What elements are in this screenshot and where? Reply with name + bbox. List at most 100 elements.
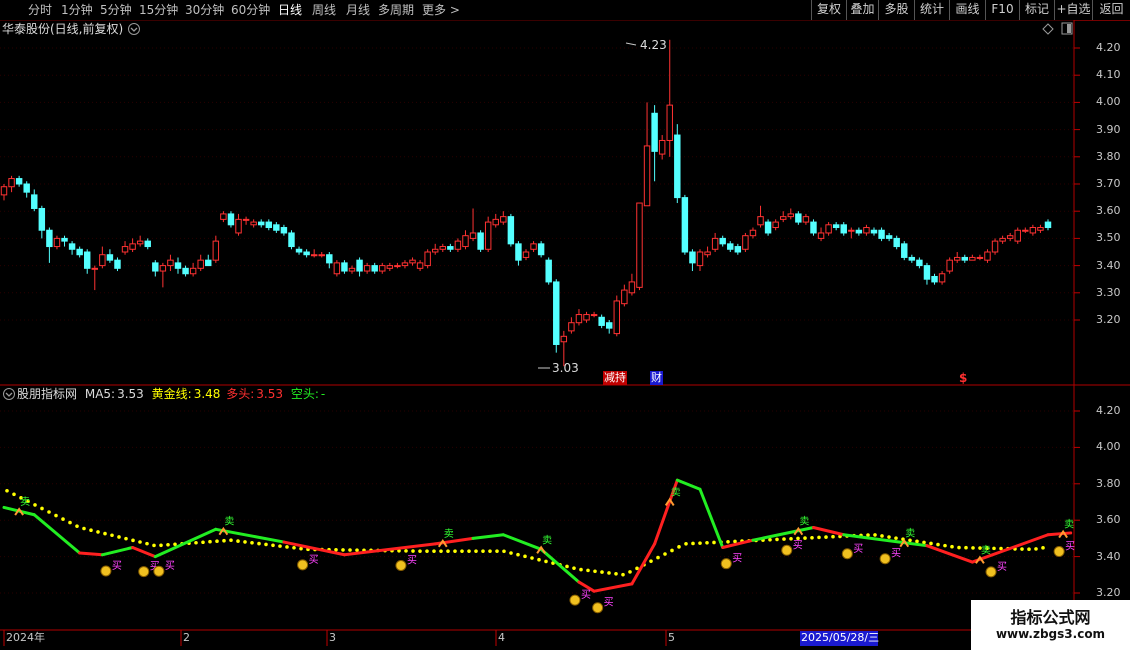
candle[interactable] bbox=[46, 229, 53, 248]
candle[interactable] bbox=[454, 240, 462, 250]
candle[interactable] bbox=[189, 267, 197, 275]
candle[interactable] bbox=[1006, 235, 1014, 239]
candle[interactable] bbox=[666, 104, 673, 141]
candle[interactable] bbox=[469, 232, 477, 239]
event-marker-reduce[interactable]: 减持 bbox=[603, 371, 627, 385]
period-tab-2[interactable]: 5分钟 bbox=[100, 1, 132, 19]
candle[interactable] bbox=[651, 112, 658, 152]
candle[interactable] bbox=[545, 259, 552, 283]
candle[interactable] bbox=[802, 216, 810, 223]
candle[interactable] bbox=[530, 243, 537, 250]
candle[interactable] bbox=[734, 246, 742, 253]
kline-chart[interactable]: 买买买买 买买买买买买买买买卖卖卖卖卖卖卖卖卖 bbox=[0, 20, 1130, 650]
s-marker[interactable]: $ bbox=[959, 371, 967, 385]
candle[interactable] bbox=[522, 251, 530, 258]
candle[interactable] bbox=[772, 221, 779, 229]
candle[interactable] bbox=[628, 281, 636, 294]
candle[interactable] bbox=[507, 216, 515, 245]
candle[interactable] bbox=[704, 251, 711, 256]
candle[interactable] bbox=[182, 267, 189, 275]
candle[interactable] bbox=[976, 256, 984, 259]
period-tab-5[interactable]: 60分钟 bbox=[231, 1, 270, 19]
candle[interactable] bbox=[462, 235, 469, 248]
candle[interactable] bbox=[31, 194, 38, 209]
candle[interactable] bbox=[681, 197, 689, 253]
period-tab-3[interactable]: 15分钟 bbox=[139, 1, 178, 19]
candle[interactable] bbox=[991, 240, 999, 253]
toolbar-button-1[interactable]: 叠加 bbox=[846, 0, 878, 20]
candle[interactable] bbox=[598, 316, 605, 326]
candle[interactable] bbox=[984, 251, 991, 261]
candle[interactable] bbox=[848, 229, 855, 232]
candle[interactable] bbox=[825, 224, 832, 234]
candle[interactable] bbox=[636, 202, 643, 288]
candle[interactable] bbox=[484, 221, 492, 250]
candle[interactable] bbox=[159, 265, 167, 272]
candle[interactable] bbox=[280, 227, 288, 234]
candle[interactable] bbox=[318, 254, 325, 257]
candle[interactable] bbox=[643, 145, 651, 207]
candle[interactable] bbox=[817, 232, 825, 239]
candle[interactable] bbox=[68, 243, 76, 250]
candle[interactable] bbox=[568, 322, 575, 332]
indicator-dropdown-icon[interactable] bbox=[3, 388, 15, 400]
candle[interactable] bbox=[492, 218, 499, 226]
candle[interactable] bbox=[394, 265, 401, 268]
candle[interactable] bbox=[447, 246, 454, 250]
candle[interactable] bbox=[908, 256, 916, 261]
candle[interactable] bbox=[38, 207, 46, 231]
candle[interactable] bbox=[83, 251, 91, 269]
candle[interactable] bbox=[916, 259, 923, 267]
candle[interactable] bbox=[136, 240, 144, 245]
period-tab-7[interactable]: 周线 bbox=[312, 1, 336, 19]
candle[interactable] bbox=[870, 229, 878, 234]
candle[interactable] bbox=[416, 262, 424, 269]
candle[interactable] bbox=[605, 322, 613, 329]
candle[interactable] bbox=[757, 216, 764, 226]
candle[interactable] bbox=[674, 134, 681, 199]
candle[interactable] bbox=[938, 273, 946, 283]
candle[interactable] bbox=[265, 221, 273, 229]
candle[interactable] bbox=[961, 256, 969, 261]
candle[interactable] bbox=[696, 251, 704, 267]
candle[interactable] bbox=[257, 221, 265, 226]
candle[interactable] bbox=[689, 251, 696, 264]
candle[interactable] bbox=[931, 275, 938, 283]
candle[interactable] bbox=[174, 262, 182, 269]
candle[interactable] bbox=[326, 254, 333, 264]
toolbar-button-4[interactable]: 画线 bbox=[949, 0, 985, 20]
candle[interactable] bbox=[129, 243, 136, 250]
candle[interactable] bbox=[953, 256, 961, 261]
candle[interactable] bbox=[885, 235, 893, 239]
candle[interactable] bbox=[363, 265, 371, 272]
candle[interactable] bbox=[1037, 227, 1044, 231]
candle[interactable] bbox=[832, 224, 840, 229]
candle[interactable] bbox=[288, 232, 295, 248]
candle[interactable] bbox=[719, 237, 726, 245]
candle[interactable] bbox=[106, 254, 114, 261]
candle[interactable] bbox=[424, 251, 431, 267]
candle[interactable] bbox=[515, 243, 522, 261]
candle[interactable] bbox=[779, 216, 787, 220]
candle[interactable] bbox=[235, 218, 242, 234]
period-tab-4[interactable]: 30分钟 bbox=[185, 1, 224, 19]
toolbar-button-7[interactable]: +自选 bbox=[1054, 0, 1092, 20]
candle[interactable] bbox=[590, 314, 598, 317]
candle[interactable] bbox=[227, 213, 235, 226]
candle[interactable] bbox=[250, 221, 257, 226]
period-tab-10[interactable]: 更多 > bbox=[422, 1, 460, 19]
candle[interactable] bbox=[409, 259, 416, 264]
candle[interactable] bbox=[583, 314, 590, 321]
candle[interactable] bbox=[53, 237, 61, 248]
candle[interactable] bbox=[303, 251, 310, 256]
candle[interactable] bbox=[795, 213, 802, 223]
candle[interactable] bbox=[537, 243, 545, 256]
candle[interactable] bbox=[749, 229, 757, 237]
title-dropdown-icon[interactable] bbox=[128, 23, 140, 35]
candle[interactable] bbox=[310, 254, 318, 257]
candle[interactable] bbox=[152, 262, 159, 272]
candle[interactable] bbox=[356, 259, 363, 272]
candle[interactable] bbox=[197, 259, 204, 269]
candle[interactable] bbox=[999, 237, 1006, 242]
candle[interactable] bbox=[764, 221, 772, 234]
